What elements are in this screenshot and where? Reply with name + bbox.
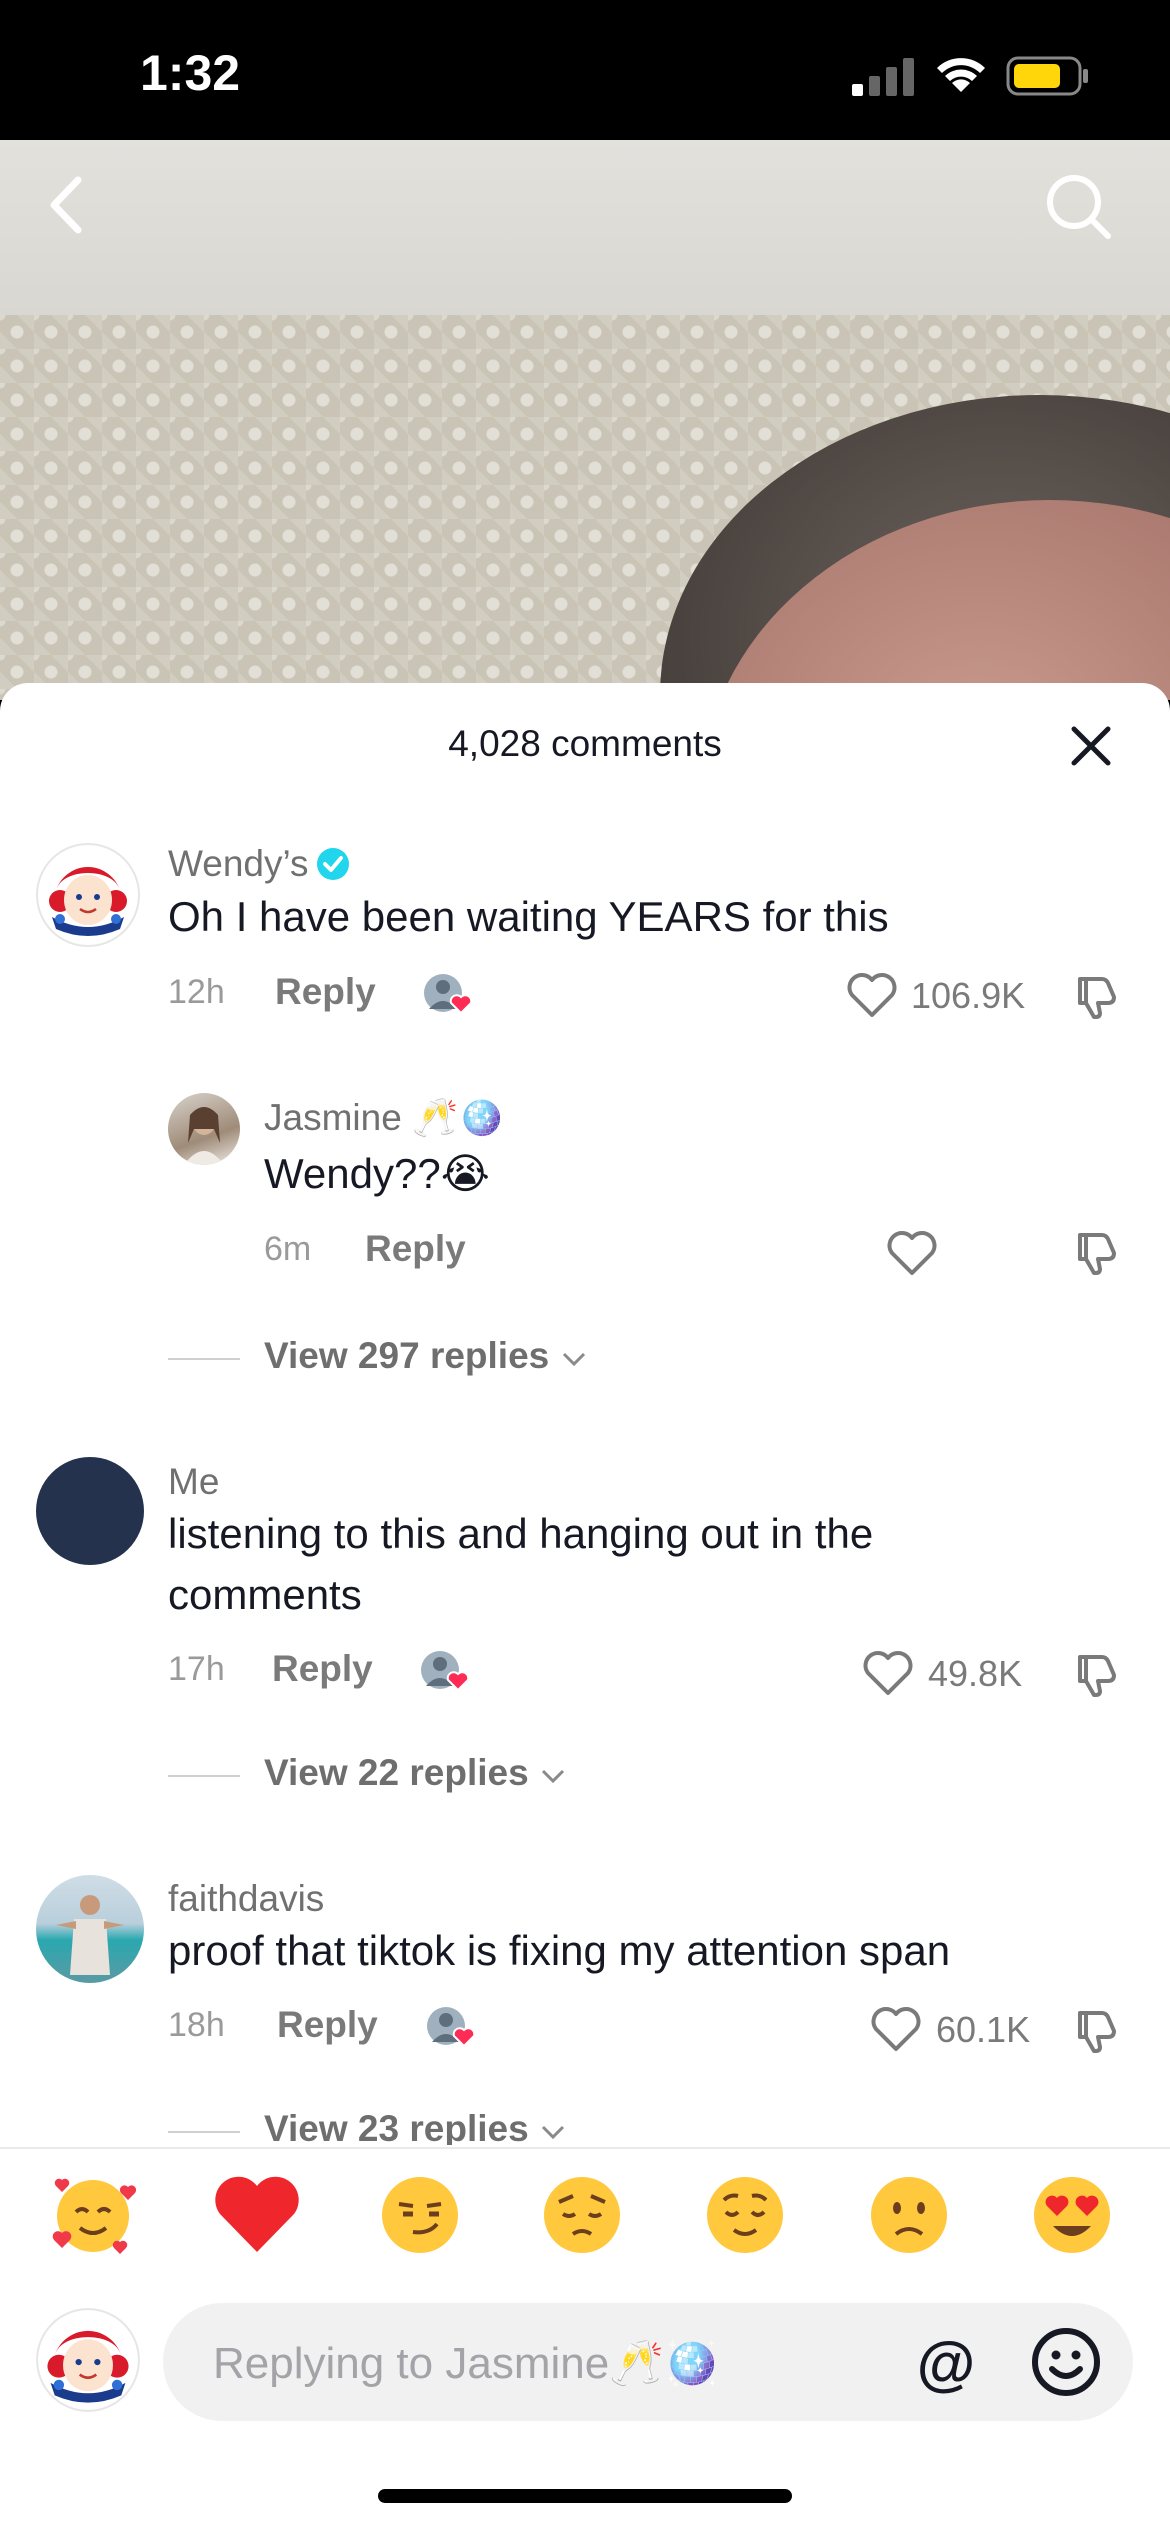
reply-button[interactable]: Reply [275,971,376,1013]
liked-by-creator-icon [427,2007,476,2048]
my-avatar[interactable] [36,2308,140,2412]
composer-divider [0,2147,1170,2149]
heart-eyes-icon [1034,2177,1110,2253]
chevron-down-icon [562,1352,585,1367]
comment-text: proof that tiktok is fixing my attention… [168,1927,951,1974]
view-replies-label: View 22 replies [264,1752,529,1793]
frowning-face-icon [871,2177,947,2253]
back-arrow-icon[interactable] [40,170,90,240]
like-count: 49.8K [928,1653,1023,1694]
comment-input[interactable]: Replying to Jasmine🥂🪩 @ [163,2303,1133,2421]
comment-time: 18h [168,2006,225,2044]
emoji-smiling-hearts[interactable] [48,2170,138,2260]
cellular-signal-icon [852,58,914,96]
wendys-logo-icon [36,2308,140,2412]
view-replies-button[interactable]: View 22 replies [264,1752,567,1794]
comment-time: 12h [168,973,225,1011]
status-bar: 1:32 [0,0,1170,140]
red-heart-icon [215,2176,299,2252]
thumbs-down-icon[interactable] [1072,1649,1122,1699]
video-background[interactable] [0,140,1170,700]
wifi-icon [937,58,985,92]
mention-button[interactable]: @ [911,2329,981,2399]
search-icon[interactable] [1042,170,1114,242]
like-count: 106.9K [911,975,1026,1016]
comments-count: 4,028 comments [448,723,722,764]
relieved-face-icon [707,2177,783,2253]
emoji-picker-icon[interactable] [1029,2325,1103,2399]
home-indicator[interactable] [378,2489,792,2503]
heart-outline-icon[interactable] [862,1649,914,1697]
comment-text: listening to this and hanging out in the… [168,1510,874,1618]
emoji-frowning[interactable] [864,2170,954,2260]
liked-by-creator-icon [421,1651,470,1692]
thumbs-down-icon[interactable] [1072,2005,1122,2055]
status-time: 1:32 [140,45,241,101]
close-icon[interactable] [1066,721,1116,771]
comment-text: Oh I have been waiting YEARS for this [168,893,889,940]
username-text: Wendy’s [168,843,309,884]
reply-time: 6m [264,1230,312,1268]
view-replies-line [168,2131,240,2133]
view-replies-button[interactable]: View 23 replies [264,2108,567,2145]
pensive-face-icon [544,2177,620,2253]
emoji-red-heart[interactable] [212,2170,302,2260]
comment-username[interactable]: Wendy’s [168,843,349,885]
view-replies-label: View 23 replies [264,2108,529,2145]
heart-outline-icon[interactable] [886,1229,938,1277]
reply-button[interactable]: Reply [277,2004,378,2046]
verified-badge-icon [316,848,349,880]
liked-by-creator-icon [424,974,473,1015]
chevron-down-icon [541,2125,564,2140]
like-count: 60.1K [936,2009,1031,2050]
user-photo [56,1895,124,1975]
view-replies-line [168,1358,240,1360]
avatar[interactable] [36,1875,144,1983]
user-photo [184,1107,224,1165]
view-replies-line [168,1775,240,1777]
heart-outline-icon[interactable] [846,971,898,1019]
thumbs-down-icon[interactable] [1072,971,1122,1021]
battery-icon [1006,56,1088,96]
chevron-down-icon [541,1769,564,1784]
emoji-smirk[interactable] [375,2170,465,2260]
comments-list[interactable]: Wendy’s Oh I have been waiting YEARS for… [0,793,1170,2145]
reply-text-content: Wendy?? [264,1150,441,1197]
comment-username[interactable]: Me [168,1461,219,1503]
view-replies-button[interactable]: View 297 replies [264,1335,588,1377]
crying-emoji: 😭 [440,1150,490,1197]
wendys-logo-icon [40,847,136,943]
emoji-pensive[interactable] [537,2170,627,2260]
smiling-face-hearts-icon [52,2178,137,2254]
emoji-relieved[interactable] [700,2170,790,2260]
username-text: Jasmine [264,1097,402,1138]
comment-input-placeholder: Replying to Jasmine🥂🪩 [213,2339,719,2388]
reply-text: Wendy??😭 [264,1143,1064,1204]
reply-button[interactable]: Reply [365,1228,466,1270]
reply-username[interactable]: Jasmine 🥂🪩 [264,1097,504,1140]
wall [0,140,1170,315]
comment-username[interactable]: faithdavis [168,1878,324,1920]
quick-emoji-bar [0,2170,1170,2270]
avatar[interactable] [36,843,140,947]
avatar[interactable] [168,1093,240,1165]
emoji-heart-eyes[interactable] [1027,2170,1117,2260]
view-replies-label: View 297 replies [264,1335,550,1376]
username-emojis: 🥂🪩 [412,1097,505,1138]
reply-button[interactable]: Reply [272,1648,373,1690]
avatar[interactable] [36,1457,144,1565]
heart-outline-icon[interactable] [870,2005,922,2053]
smirking-face-icon [382,2177,458,2253]
comment-time: 17h [168,1650,225,1688]
thumbs-down-icon[interactable] [1072,1227,1122,1277]
